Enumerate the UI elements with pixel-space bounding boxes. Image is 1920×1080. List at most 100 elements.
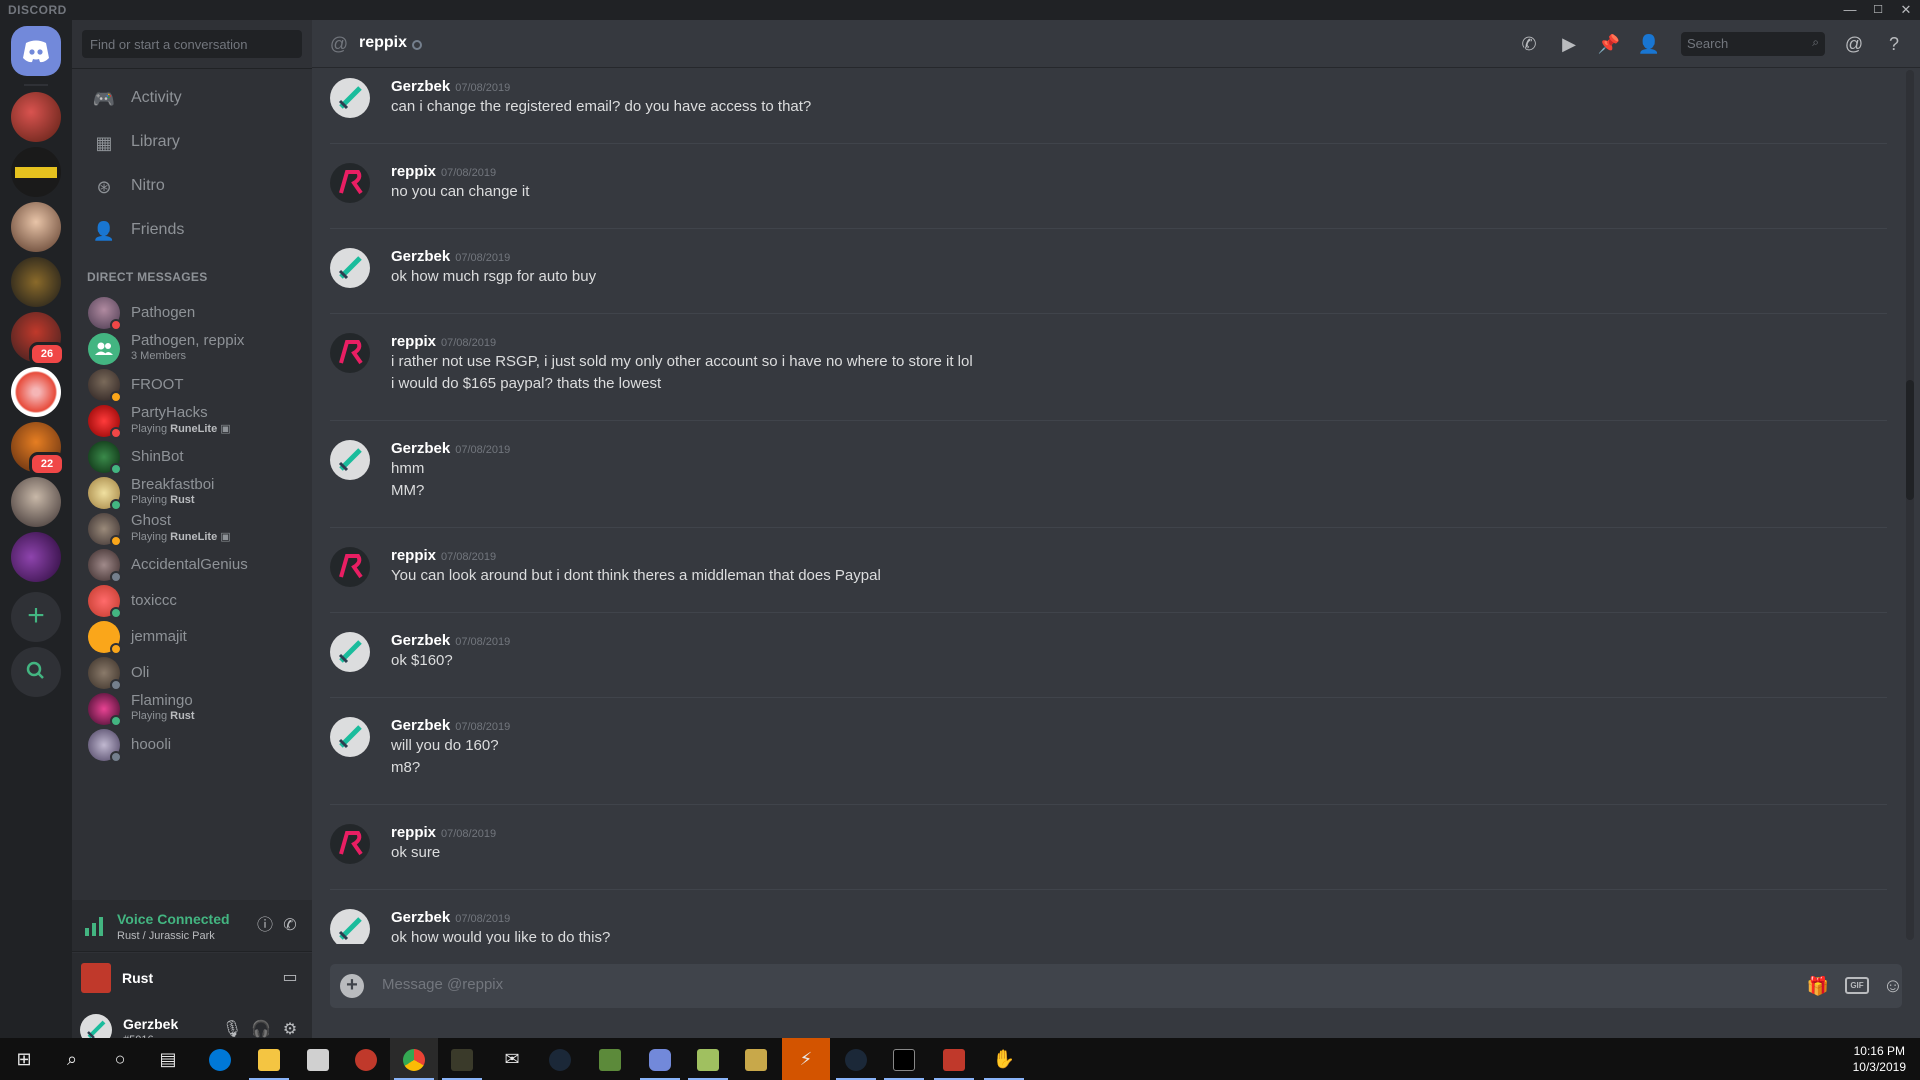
home-button[interactable] bbox=[11, 26, 61, 76]
dm-list: Pathogen Pathogen, reppix 3 Members FROO… bbox=[72, 292, 312, 900]
message-author[interactable]: reppix 07/08/2019 bbox=[391, 163, 496, 180]
flash-app-icon[interactable]: ⚡ bbox=[782, 1038, 830, 1080]
task-view-icon[interactable]: ▤ bbox=[144, 1038, 192, 1080]
server-icon-sythe[interactable] bbox=[11, 147, 61, 197]
upload-plus-icon[interactable]: + bbox=[340, 974, 364, 998]
search-placeholder: Search bbox=[1687, 36, 1729, 51]
message-author[interactable]: Gerzbek 07/08/2019 bbox=[391, 440, 510, 457]
notepad-icon[interactable] bbox=[684, 1038, 732, 1080]
voice-channel[interactable]: Rust / Jurassic Park bbox=[117, 930, 215, 942]
avatar[interactable] bbox=[330, 333, 370, 373]
server-icon[interactable]: 22 bbox=[11, 422, 65, 476]
file-explorer-icon[interactable] bbox=[245, 1038, 293, 1080]
avatar[interactable] bbox=[330, 824, 370, 864]
server-icon[interactable] bbox=[11, 257, 61, 307]
message-input[interactable]: Message @reppix bbox=[382, 976, 503, 993]
edge-icon[interactable] bbox=[196, 1038, 244, 1080]
gif-button[interactable]: GIF bbox=[1845, 977, 1869, 994]
rust-game-icon bbox=[81, 963, 111, 993]
pinned-messages-icon[interactable]: 📌 bbox=[1597, 32, 1621, 56]
server-icon[interactable]: 26 bbox=[11, 312, 65, 366]
explore-servers-button[interactable] bbox=[11, 647, 61, 697]
message-author[interactable]: Gerzbek 07/08/2019 bbox=[391, 632, 510, 649]
help-icon[interactable]: ? bbox=[1882, 32, 1906, 56]
message-divider bbox=[330, 313, 1887, 314]
add-server-button[interactable]: + bbox=[11, 592, 61, 642]
nav-label: Nitro bbox=[131, 177, 165, 194]
minecraft-icon[interactable] bbox=[586, 1038, 634, 1080]
message-timestamp: 07/08/2019 bbox=[441, 551, 497, 563]
group-icon bbox=[95, 342, 113, 355]
message-author[interactable]: Gerzbek 07/08/2019 bbox=[391, 717, 510, 734]
message-author[interactable]: Gerzbek 07/08/2019 bbox=[391, 248, 510, 265]
emoji-icon[interactable]: ☺ bbox=[1880, 974, 1906, 998]
server-icon[interactable] bbox=[11, 477, 61, 527]
dm-item-hoooli[interactable]: hoooli bbox=[80, 724, 304, 766]
message-author[interactable]: reppix 07/08/2019 bbox=[391, 547, 496, 564]
nav-library[interactable]: ▦ Library bbox=[80, 122, 304, 164]
nav-nitro[interactable]: ⊛ Nitro bbox=[80, 166, 304, 208]
system-clock[interactable]: 10:16 PM 10/3/2019 bbox=[1853, 1043, 1906, 1075]
message-divider bbox=[330, 420, 1887, 421]
minimize-button[interactable]: — bbox=[1836, 0, 1864, 20]
runelite-icon[interactable] bbox=[438, 1038, 486, 1080]
message-author[interactable]: Gerzbek 07/08/2019 bbox=[391, 909, 510, 926]
mention-badge: 22 bbox=[29, 452, 65, 476]
avatar[interactable] bbox=[330, 547, 370, 587]
find-conversation-input[interactable]: Find or start a conversation bbox=[82, 30, 302, 58]
close-button[interactable]: ✕ bbox=[1892, 0, 1920, 20]
message-author[interactable]: reppix 07/08/2019 bbox=[391, 824, 496, 841]
server-icon[interactable] bbox=[11, 532, 61, 582]
message-author[interactable]: reppix 07/08/2019 bbox=[391, 333, 496, 350]
avatar[interactable] bbox=[330, 909, 370, 944]
game-name: Rust bbox=[122, 970, 154, 986]
disconnect-call-icon[interactable]: ✆ bbox=[278, 914, 302, 938]
app-icon[interactable] bbox=[342, 1038, 390, 1080]
store-icon[interactable] bbox=[294, 1038, 342, 1080]
rust-taskbar-icon[interactable] bbox=[930, 1038, 978, 1080]
add-friends-to-dm-icon[interactable]: 👤 bbox=[1637, 32, 1661, 56]
dm-name: toxiccc bbox=[131, 592, 177, 609]
start-windows-icon[interactable]: ⊞ bbox=[0, 1038, 48, 1080]
league-icon[interactable] bbox=[732, 1038, 780, 1080]
message-composer: + Message @reppix 🎁 GIF ☺ bbox=[330, 964, 1903, 1008]
message-author[interactable]: Gerzbek 07/08/2019 bbox=[391, 78, 510, 95]
nav-activity[interactable]: 🎮 Activity bbox=[80, 78, 304, 120]
info-icon[interactable]: ⓘ bbox=[253, 914, 277, 938]
sword-avatar-icon bbox=[338, 640, 362, 664]
discord-taskbar-icon[interactable] bbox=[636, 1038, 684, 1080]
dm-name: Pathogen, reppix bbox=[131, 332, 245, 349]
hand-app-icon[interactable]: ✋ bbox=[980, 1038, 1028, 1080]
server-icon[interactable] bbox=[11, 367, 61, 417]
avatar[interactable] bbox=[330, 163, 370, 203]
start-video-call-icon[interactable]: ▶ bbox=[1557, 32, 1581, 56]
avatar[interactable] bbox=[330, 78, 370, 118]
search-input[interactable]: Search ⌕ bbox=[1681, 32, 1825, 56]
mentions-icon[interactable]: @ bbox=[1842, 32, 1866, 56]
scrollbar-thumb[interactable] bbox=[1906, 380, 1914, 500]
chat-area: @ reppix ✆ ▶ 📌 👤 Search ⌕ @ ? Gerzbek 07/… bbox=[312, 20, 1920, 1038]
screen-share-icon[interactable]: ▭ bbox=[278, 966, 302, 990]
dm-name: AccidentalGenius bbox=[131, 556, 248, 573]
r-logo-icon bbox=[339, 170, 363, 195]
chrome-icon[interactable] bbox=[390, 1038, 438, 1080]
avatar[interactable] bbox=[330, 717, 370, 757]
terminal-icon[interactable] bbox=[880, 1038, 928, 1080]
server-icon[interactable] bbox=[11, 202, 61, 252]
search-icon[interactable]: ⌕ bbox=[48, 1038, 96, 1080]
nav-friends[interactable]: 👤 Friends bbox=[80, 210, 304, 252]
maximize-button[interactable]: ☐ bbox=[1864, 0, 1892, 20]
server-icon[interactable] bbox=[11, 92, 61, 142]
avatar[interactable] bbox=[330, 440, 370, 480]
avatar[interactable] bbox=[330, 632, 370, 672]
scrollbar-track[interactable] bbox=[1906, 70, 1914, 940]
mail-icon[interactable]: ✉ bbox=[488, 1038, 536, 1080]
steam-icon[interactable] bbox=[536, 1038, 584, 1080]
avatar[interactable] bbox=[330, 248, 370, 288]
gift-icon[interactable]: 🎁 bbox=[1805, 974, 1831, 998]
message-timestamp: 07/08/2019 bbox=[455, 913, 511, 925]
start-voice-call-icon[interactable]: ✆ bbox=[1517, 32, 1541, 56]
dm-activity: Playing Rust bbox=[131, 710, 195, 722]
steam-icon[interactable] bbox=[832, 1038, 880, 1080]
cortana-icon[interactable]: ○ bbox=[96, 1038, 144, 1080]
